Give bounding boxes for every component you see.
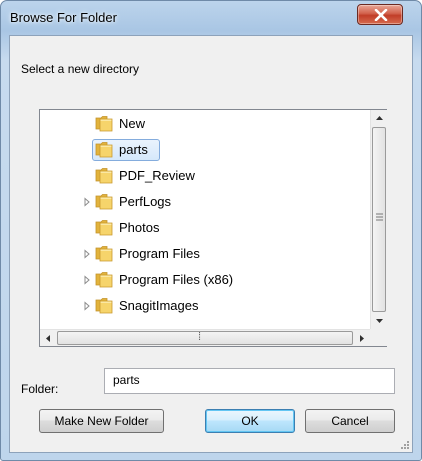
scroll-grip-icon <box>376 213 383 221</box>
title-bar[interactable]: Browse For Folder <box>1 1 421 35</box>
vertical-scrollbar[interactable] <box>370 110 387 329</box>
tree-item-label: PDF_Review <box>119 168 195 183</box>
expand-arrow-icon[interactable] <box>82 249 92 259</box>
folder-icon <box>95 142 113 158</box>
scroll-right-arrow-icon <box>360 335 364 342</box>
browse-folder-dialog: Browse For Folder Select a new directory… <box>0 0 422 461</box>
scroll-up-arrow-icon <box>376 116 383 120</box>
folder-name-input[interactable] <box>104 368 395 394</box>
expand-arrow-icon[interactable] <box>82 197 92 207</box>
scroll-left-button[interactable] <box>40 330 57 347</box>
scroll-right-button[interactable] <box>353 330 370 347</box>
scroll-grip-text: ⁞ <box>198 331 201 343</box>
horizontal-scroll-thumb[interactable]: ⁞ <box>57 331 353 345</box>
tree-item-label: Photos <box>119 220 160 235</box>
scrollbar-corner <box>370 329 387 346</box>
tree-item[interactable]: Photos <box>40 216 370 240</box>
resize-grip-icon[interactable] <box>398 438 410 450</box>
folder-icon <box>95 246 113 262</box>
scroll-down-arrow-icon <box>376 319 383 323</box>
tree-item-label: Program Files (x86) <box>119 272 234 287</box>
vertical-scroll-thumb[interactable] <box>372 127 386 312</box>
cancel-button[interactable]: Cancel <box>305 409 395 433</box>
dialog-body: Select a new directory New parts PDF_Revie… <box>9 35 413 453</box>
folder-icon <box>95 272 113 288</box>
ok-button[interactable]: OK <box>205 409 295 433</box>
scroll-up-button[interactable] <box>371 110 388 127</box>
window-title: Browse For Folder <box>10 10 117 25</box>
tree-item-label: PerfLogs <box>119 194 172 209</box>
tree-item[interactable]: PDF_Review <box>40 164 370 188</box>
tree-item-label: Program Files <box>119 246 200 261</box>
tree-item-label: SnagitImages <box>119 298 199 313</box>
tree-item[interactable]: New <box>40 112 370 136</box>
horizontal-scrollbar[interactable]: ⁞ <box>40 329 370 346</box>
tree-item[interactable]: PerfLogs <box>40 190 370 214</box>
tree-item[interactable]: parts <box>40 138 370 162</box>
scroll-left-arrow-icon <box>46 335 50 342</box>
folder-icon <box>95 194 113 210</box>
make-new-folder-button[interactable]: Make New Folder <box>39 409 164 433</box>
expand-arrow-icon[interactable] <box>82 301 92 311</box>
folder-icon <box>95 116 113 132</box>
folder-icon <box>95 220 113 236</box>
close-button[interactable] <box>357 4 403 25</box>
tree-item[interactable]: Program Files (x86) <box>40 268 370 292</box>
tree-item[interactable]: Program Files <box>40 242 370 266</box>
folder-icon <box>95 168 113 184</box>
close-icon <box>374 9 388 21</box>
folder-tree[interactable]: New parts PDF_Review PerfLogs Photos Program … <box>39 109 387 347</box>
scroll-down-button[interactable] <box>371 312 388 329</box>
folder-label: Folder: <box>21 382 59 396</box>
expand-arrow-icon[interactable] <box>82 275 92 285</box>
tree-item[interactable]: SnagitImages <box>40 294 370 318</box>
tree-item-label: parts <box>119 142 148 157</box>
folder-icon <box>95 298 113 314</box>
dialog-description: Select a new directory <box>21 62 140 76</box>
tree-item-label: New <box>119 116 146 131</box>
